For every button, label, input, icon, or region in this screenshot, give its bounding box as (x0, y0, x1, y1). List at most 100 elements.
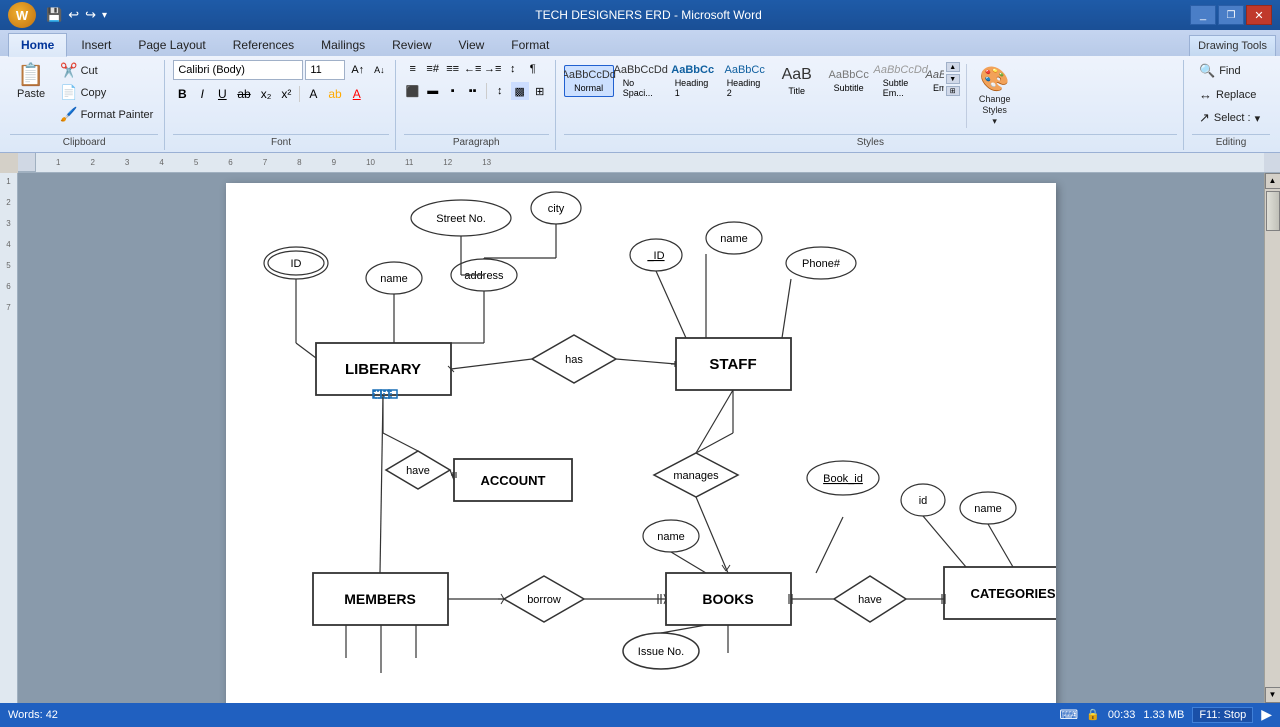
subscript-button[interactable]: x₂ (257, 84, 276, 104)
svg-text:have: have (858, 594, 882, 606)
shading-button[interactable]: ▩ (511, 82, 529, 100)
multilevel-list-button[interactable]: ≡≡ (444, 60, 462, 78)
svg-text:MEMBERS: MEMBERS (344, 591, 416, 607)
erd-diagram: Street No. city ID name address _ID (226, 183, 1056, 703)
justify-button[interactable]: ▪▪ (464, 82, 482, 100)
svg-text:name: name (720, 233, 748, 245)
svg-text:name: name (974, 503, 1002, 515)
font-size-selector[interactable] (305, 60, 345, 80)
word-count: Words: 42 (8, 709, 58, 721)
change-styles-button[interactable]: 🎨 ChangeStyles ▾ (971, 60, 1019, 132)
line-spacing-button[interactable]: ↕ (491, 82, 509, 100)
style-heading1[interactable]: AaBbCc Heading 1 (668, 60, 718, 102)
style-emphasis[interactable]: AaBbCcDd Emphasis (928, 65, 944, 97)
replace-button[interactable]: ↔ Replace (1192, 84, 1263, 105)
tab-review[interactable]: Review (379, 33, 444, 56)
vertical-scrollbar[interactable]: ▲ ▼ (1264, 173, 1280, 703)
statusbar: Words: 42 ⌨ 🔒 00:33 1.33 MB F11: Stop ▶ (0, 703, 1280, 727)
style-title[interactable]: AaB Title (772, 62, 822, 100)
svg-text:manages: manages (673, 470, 719, 482)
font-grow-button[interactable]: A↑ (347, 60, 368, 80)
svg-text:BOOKS: BOOKS (702, 591, 753, 607)
svg-text:STAFF: STAFF (709, 356, 756, 373)
svg-text:id: id (919, 495, 928, 507)
vertical-ruler: 1 2 3 4 5 6 7 (0, 173, 18, 703)
borders-button[interactable]: ⊞ (531, 82, 549, 100)
svg-text:Issue No.: Issue No. (638, 646, 684, 658)
find-button[interactable]: 🔍 Find (1192, 60, 1248, 82)
svg-text:name: name (380, 273, 408, 285)
tab-mailings[interactable]: Mailings (308, 33, 378, 56)
close-button[interactable]: ✕ (1246, 5, 1272, 25)
highlight-button[interactable]: ab (324, 84, 345, 104)
show-hide-button[interactable]: ¶ (524, 60, 542, 78)
font-group: A↑ A↓ B I U ab x₂ x² A ab A Font (167, 60, 395, 150)
tab-view[interactable]: View (446, 33, 498, 56)
font-color-button[interactable]: A (348, 84, 366, 104)
align-center-button[interactable]: ▬ (424, 82, 442, 100)
copy-button[interactable]: 📄 Copy (55, 82, 158, 103)
status-icons: 🔒 (1086, 708, 1100, 721)
strikethrough-button[interactable]: ab (233, 84, 254, 104)
bold-button[interactable]: B (173, 84, 191, 104)
styles-scroll[interactable]: ▲ ▼ ⊞ (944, 60, 962, 98)
play-button[interactable]: ▶ (1261, 706, 1272, 723)
svg-text:ID: ID (291, 258, 302, 270)
ribbon-content: 📋 Paste ✂️ Cut 📄 Copy 🖌️ Format Painter (0, 56, 1280, 152)
svg-text:LIBERARY: LIBERARY (345, 361, 421, 378)
svg-text:CATEGORIES: CATEGORIES (971, 586, 1056, 601)
style-subtitle[interactable]: AaBbCc Subtitle (824, 65, 874, 97)
svg-text:ACCOUNT: ACCOUNT (481, 473, 546, 488)
f11-button[interactable]: F11: Stop (1192, 707, 1253, 723)
restore-button[interactable]: ❐ (1218, 5, 1244, 25)
svg-text:city: city (548, 203, 565, 215)
quick-access-redo[interactable]: ↪ (85, 7, 96, 23)
underline-button[interactable]: U (213, 84, 231, 104)
align-left-button[interactable]: ⬛ (404, 82, 422, 100)
paste-button[interactable]: 📋 Paste (10, 60, 52, 104)
numbering-button[interactable]: ≡# (424, 60, 442, 78)
scroll-up-arrow[interactable]: ▲ (1265, 173, 1280, 189)
svg-text:Street No.: Street No. (436, 213, 486, 225)
italic-button[interactable]: I (193, 84, 211, 104)
document-scroll[interactable]: Street No. city ID name address _ID (18, 173, 1264, 703)
minimize-button[interactable]: _ (1190, 5, 1216, 25)
format-painter-button[interactable]: 🖌️ Format Painter (55, 104, 158, 125)
select-button[interactable]: ↗ Select : ▾ (1192, 107, 1267, 129)
svg-text:have: have (406, 465, 430, 477)
scroll-thumb[interactable] (1266, 191, 1280, 231)
align-right-button[interactable]: ▪ (444, 82, 462, 100)
text-effects-button[interactable]: A (304, 84, 322, 104)
svg-text:Phone#: Phone# (802, 258, 841, 270)
office-button[interactable]: W (8, 2, 36, 28)
tab-insert[interactable]: Insert (68, 33, 124, 56)
tab-page-layout[interactable]: Page Layout (125, 33, 218, 56)
tab-references[interactable]: References (220, 33, 307, 56)
tab-home[interactable]: Home (8, 33, 67, 57)
scroll-down-arrow[interactable]: ▼ (1265, 687, 1280, 703)
increase-indent-button[interactable]: →≡ (484, 60, 502, 78)
bullets-button[interactable]: ≡ (404, 60, 422, 78)
svg-text:address: address (464, 270, 504, 282)
styles-group: AaBbCcDd Normal AaBbCcDd No Spaci... AaB… (558, 60, 1184, 150)
style-no-spacing[interactable]: AaBbCcDd No Spaci... (616, 60, 666, 102)
main-content: 1 2 3 4 5 6 7 Street No. city (0, 173, 1280, 703)
paragraph-group: ≡ ≡# ≡≡ ←≡ →≡ ↕ ¶ ⬛ ▬ ▪ ▪▪ ↕ ▩ ⊞ (398, 60, 556, 150)
superscript-button[interactable]: x² (277, 84, 295, 104)
font-shrink-button[interactable]: A↓ (370, 60, 389, 80)
sort-button[interactable]: ↕ (504, 60, 522, 78)
quick-access-undo[interactable]: ↩ (68, 7, 79, 23)
decrease-indent-button[interactable]: ←≡ (464, 60, 482, 78)
drawing-tools-label: Drawing Tools (1189, 35, 1276, 56)
style-normal[interactable]: AaBbCcDd Normal (564, 65, 614, 97)
svg-text:_ID: _ID (646, 250, 664, 262)
clipboard-group: 📋 Paste ✂️ Cut 📄 Copy 🖌️ Format Painter (4, 60, 165, 150)
time-display: 00:33 (1108, 709, 1136, 721)
svg-text:has: has (565, 354, 583, 366)
style-heading2[interactable]: AaBbCc Heading 2 (720, 60, 770, 102)
tab-format[interactable]: Format (498, 33, 562, 56)
font-name-selector[interactable] (173, 60, 303, 80)
quick-access-save[interactable]: 💾 (46, 7, 62, 23)
style-subtle-em[interactable]: AaBbCcDd Subtle Em... (876, 60, 926, 102)
cut-button[interactable]: ✂️ Cut (55, 60, 158, 81)
